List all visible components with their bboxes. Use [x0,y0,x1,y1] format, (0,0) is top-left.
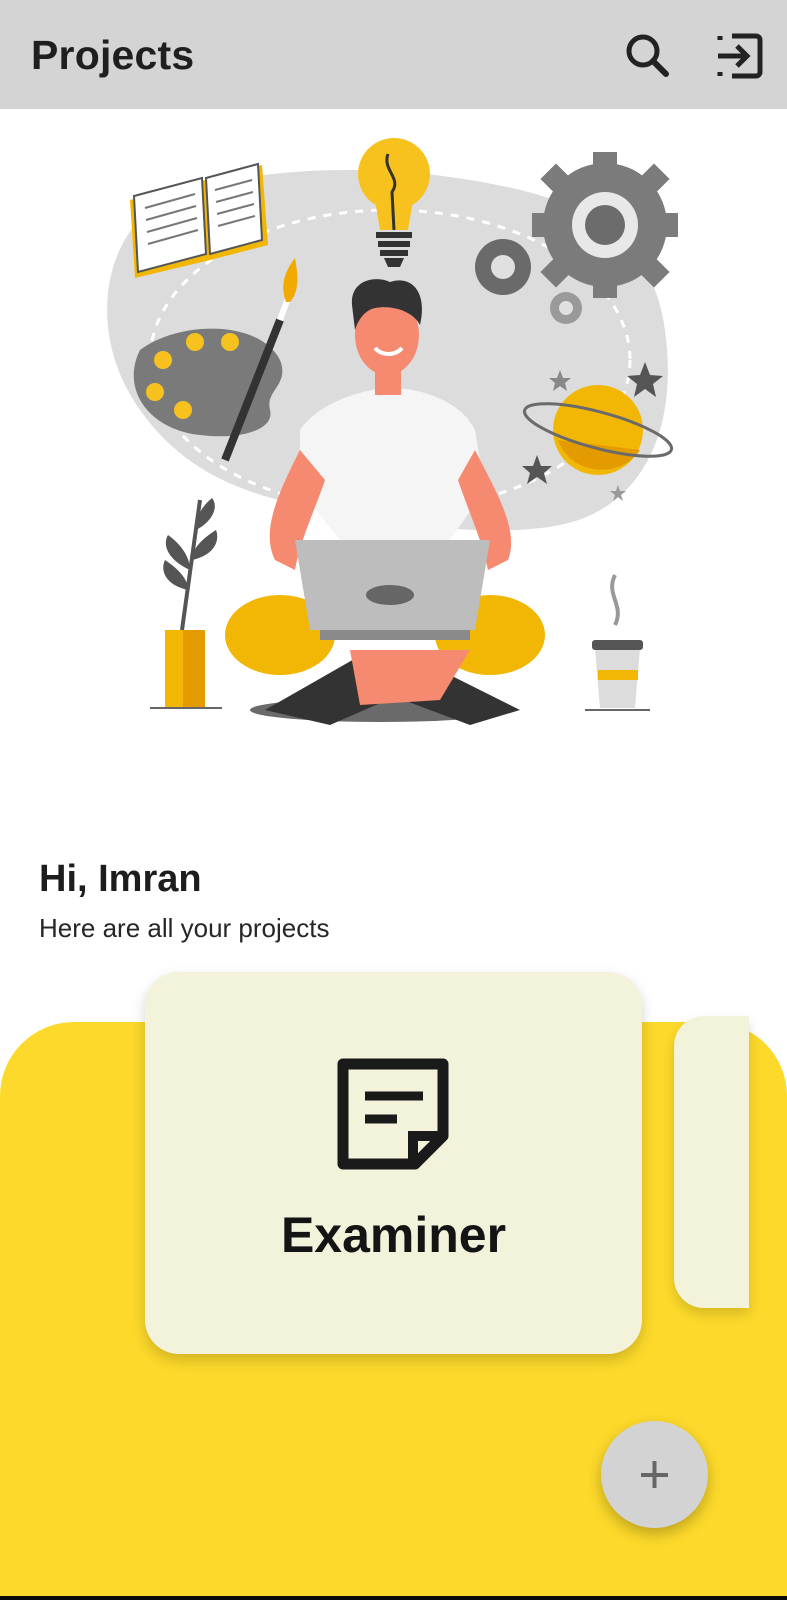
add-project-button[interactable] [601,1421,708,1528]
greeting-title: Hi, Imran [39,858,202,900]
plus-icon [641,1461,668,1488]
coffee-cup-illustration [585,574,650,711]
next-project-card[interactable] [674,1016,749,1308]
project-card[interactable]: Examiner [145,972,642,1354]
search-icon [626,34,669,77]
bottom-edge [0,1596,787,1600]
hero-illustration [90,130,700,760]
search-button[interactable] [620,28,676,84]
plant-illustration [150,498,222,709]
sticky-note-icon [335,1056,451,1172]
logout-icon [717,33,763,79]
logout-button[interactable] [712,28,768,84]
project-name: Examiner [280,1207,507,1263]
greeting-subtitle: Here are all your projects [39,913,330,943]
app-bar: Projects [0,0,787,109]
page-title: Projects [31,32,195,78]
